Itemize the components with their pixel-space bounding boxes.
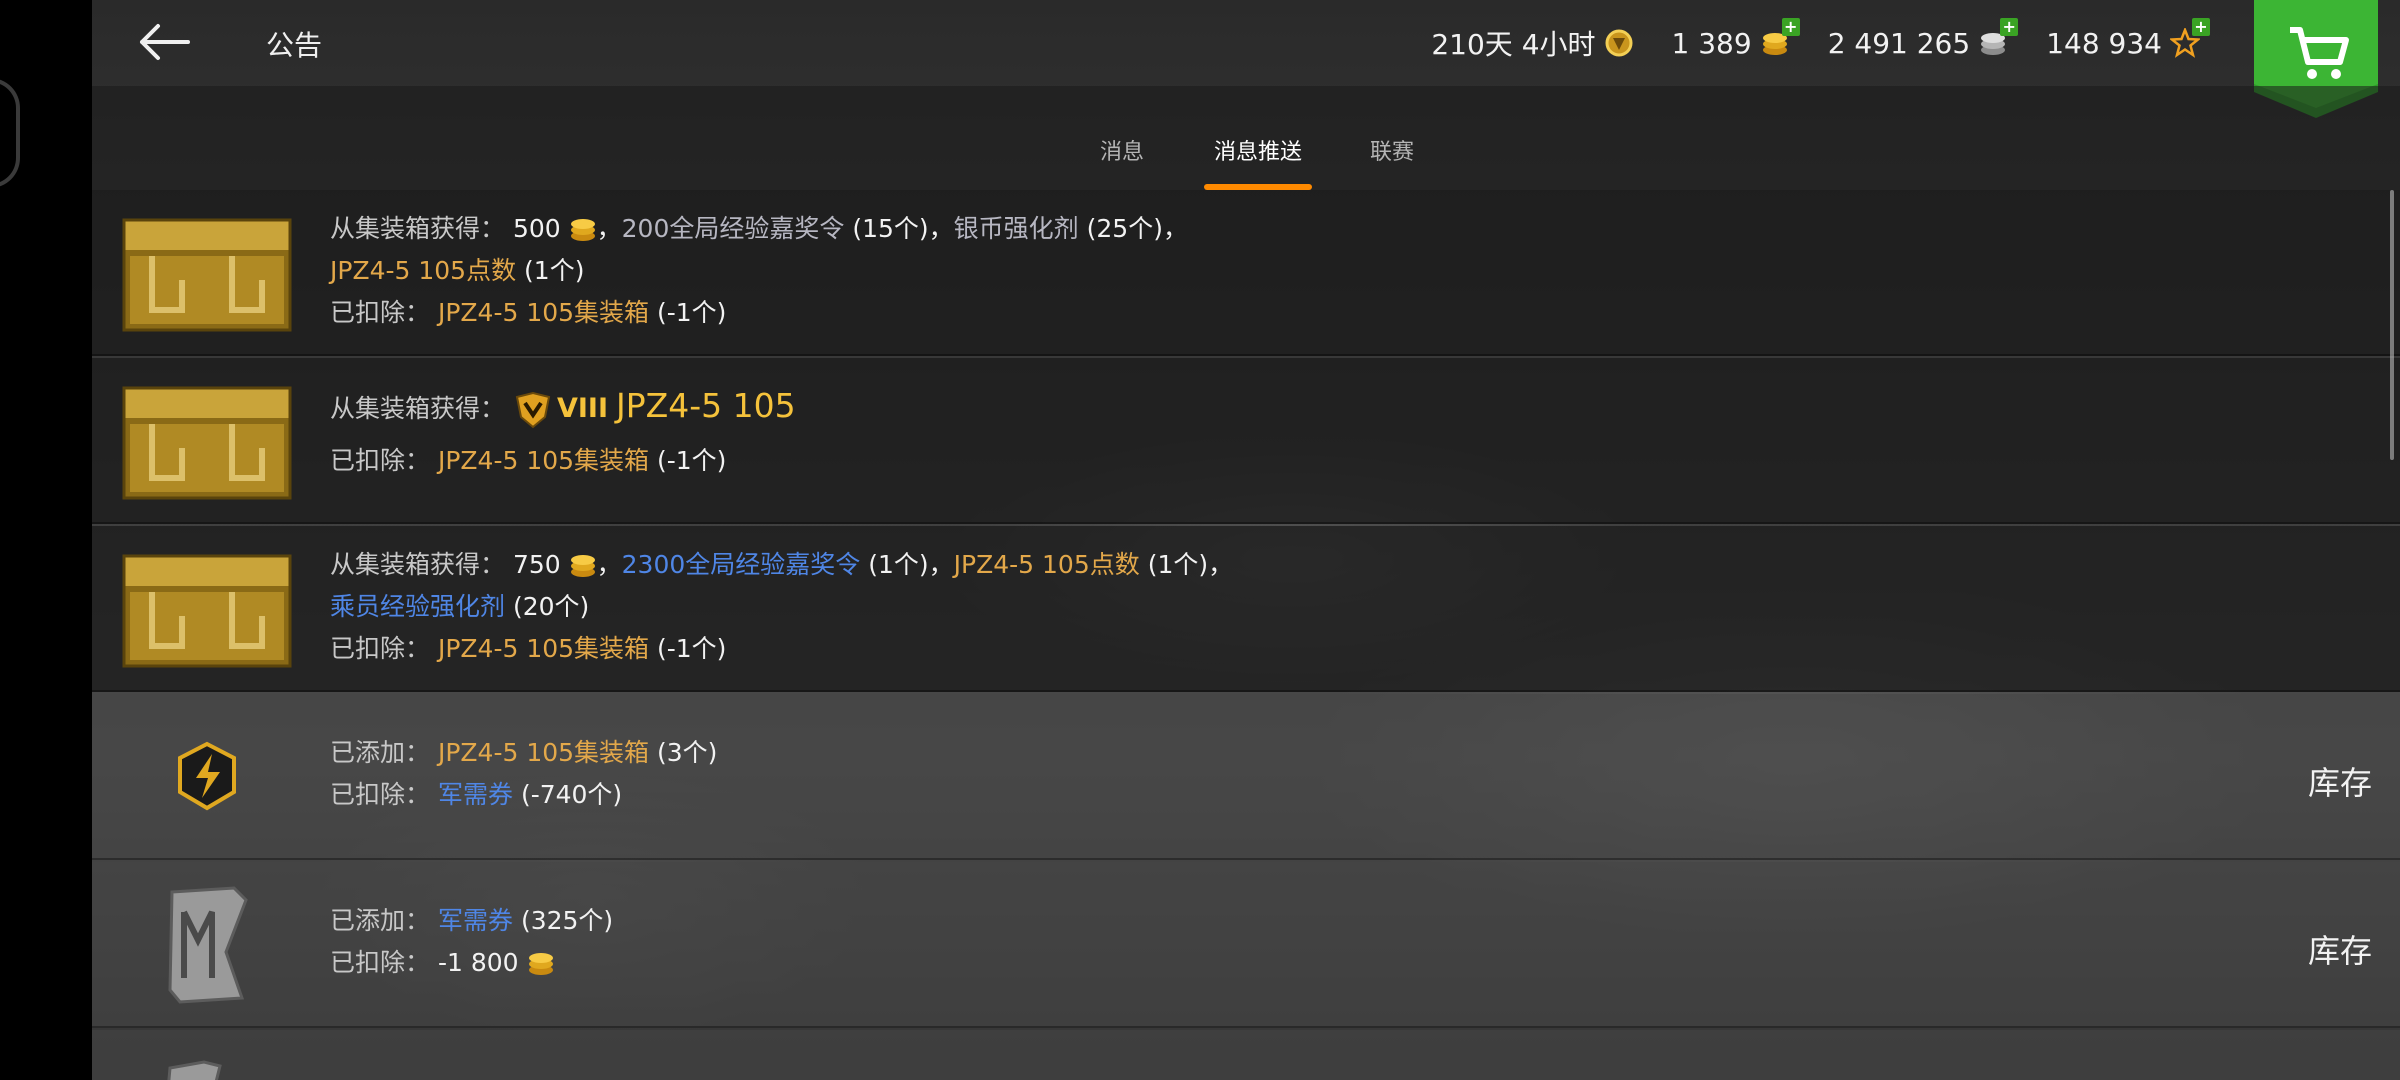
device-bezel xyxy=(0,0,92,1080)
buy-silver-plus-icon[interactable]: + xyxy=(2000,18,2019,36)
premium-time-value: 210天 4小时 xyxy=(1431,28,1596,61)
notification-list[interactable]: 从集装箱获得： 500 ，200全局经验嘉奖令 (15个)，银币强化剂 (25个… xyxy=(92,190,2400,1080)
received-line: 从集装箱获得： 500 ，200全局经验嘉奖令 (15个)，银币强化剂 (25个… xyxy=(330,214,1188,243)
tank-name: JPZ4-5 105 xyxy=(615,386,796,425)
free-xp-balance[interactable]: 148 934 + xyxy=(2046,18,2210,60)
notification-text: 已添加： JPZ4-5 105集装箱 (3个) 已扣除： 军需券 (-740个) xyxy=(330,732,717,816)
received-line-continued: JPZ4-5 105点数 (1个) xyxy=(330,256,585,285)
gold-coins-icon xyxy=(528,953,553,975)
received-line-continued: 乘员经验强化剂 (20个) xyxy=(330,592,590,621)
deducted-line: 已扣除： JPZ4-5 105集装箱 (-1个) xyxy=(330,446,727,475)
inventory-button[interactable]: 库存 xyxy=(2308,926,2372,972)
list-scrollbar[interactable] xyxy=(2390,190,2394,460)
added-line: 已添加： 军需券 (325个) xyxy=(330,906,614,935)
free-xp-value: 148 934 xyxy=(2046,26,2162,60)
tank-tier: VIII xyxy=(556,393,609,424)
list-item xyxy=(92,1030,2400,1080)
gold-coins-icon: + xyxy=(1760,18,1800,58)
free-xp-star-icon: + xyxy=(2168,18,2210,58)
golden-container-icon xyxy=(122,218,292,332)
voucher-ticket-icon xyxy=(168,886,248,1004)
received-line: 从集装箱获得： VIII JPZ4-5 105 xyxy=(330,380,796,435)
silver-value: 2 491 265 xyxy=(1827,26,1971,60)
notification-text: 已添加： 军需券 (325个) 已扣除： -1 800 xyxy=(330,900,613,984)
added-line: 已添加： JPZ4-5 105集装箱 (3个) xyxy=(330,738,718,767)
page-title: 公告 xyxy=(266,29,323,62)
gold-coins-icon xyxy=(570,219,595,241)
golden-container-icon xyxy=(122,554,292,668)
tab-bar: 消息 消息推送 联赛 xyxy=(92,86,2400,190)
silver-balance[interactable]: 2 491 265 + xyxy=(1827,18,2019,60)
back-button[interactable] xyxy=(138,18,192,66)
inventory-button[interactable]: 库存 xyxy=(2308,758,2372,804)
deducted-line: 已扣除： JPZ4-5 105集装箱 (-1个) xyxy=(330,634,727,663)
list-item: 从集装箱获得： 750 ，2300全局经验嘉奖令 (1个)，JPZ4-5 105… xyxy=(92,526,2400,692)
golden-container-icon xyxy=(122,386,292,500)
deducted-line: 已扣除： 军需券 (-740个) xyxy=(330,780,623,809)
notification-text: 从集装箱获得： 500 ，200全局经验嘉奖令 (15个)，银币强化剂 (25个… xyxy=(330,208,1188,334)
list-item: 已添加： JPZ4-5 105集装箱 (3个) 已扣除： 军需券 (-740个)… xyxy=(92,694,2400,860)
top-bar: 公告 210天 4小时 1 389 + 2 491 265 + 148 934 … xyxy=(92,0,2400,118)
list-item: 从集装箱获得： 500 ，200全局经验嘉奖令 (15个)，银币强化剂 (25个… xyxy=(92,190,2400,356)
lightning-shield-icon xyxy=(178,741,236,811)
gold-balance[interactable]: 1 389 + xyxy=(1671,18,1800,60)
deducted-line: 已扣除： -1 800 xyxy=(330,942,613,984)
tab-messages[interactable]: 消息 xyxy=(1070,86,1174,190)
buy-gold-plus-icon[interactable]: + xyxy=(1781,18,1800,36)
tab-league[interactable]: 联赛 xyxy=(1340,86,1444,190)
voucher-ticket-icon xyxy=(167,1060,222,1080)
back-arrow-icon xyxy=(140,24,190,60)
silver-coins-icon: + xyxy=(1978,18,2019,58)
premium-account-timer[interactable]: 210天 4小时 xyxy=(1431,23,1633,63)
gold-coins-icon xyxy=(570,555,595,577)
camera-cutout xyxy=(0,78,20,188)
list-item: 从集装箱获得： VIII JPZ4-5 105 已扣除： JPZ4-5 105集… xyxy=(92,358,2400,524)
notification-text: 从集装箱获得： VIII JPZ4-5 105 已扣除： JPZ4-5 105集… xyxy=(330,380,796,487)
convert-xp-plus-icon[interactable]: + xyxy=(2192,18,2210,36)
notifications-screen: 公告 210天 4小时 1 389 + 2 491 265 + 148 934 … xyxy=(92,0,2400,1080)
notification-text: 从集装箱获得： 750 ，2300全局经验嘉奖令 (1个)，JPZ4-5 105… xyxy=(330,544,1233,670)
deducted-line: 已扣除： JPZ4-5 105集装箱 (-1个) xyxy=(330,298,727,327)
list-item: 已添加： 军需券 (325个) 已扣除： -1 800 库存 xyxy=(92,862,2400,1028)
received-line: 从集装箱获得： 750 ，2300全局经验嘉奖令 (1个)，JPZ4-5 105… xyxy=(330,550,1234,579)
currency-bar: 210天 4小时 1 389 + 2 491 265 + 148 934 + xyxy=(1431,18,2210,66)
premium-tank-icon xyxy=(515,391,551,429)
premium-account-icon xyxy=(1605,29,1633,57)
tab-push-messages[interactable]: 消息推送 xyxy=(1204,86,1312,190)
gold-value: 1 389 xyxy=(1671,26,1752,60)
